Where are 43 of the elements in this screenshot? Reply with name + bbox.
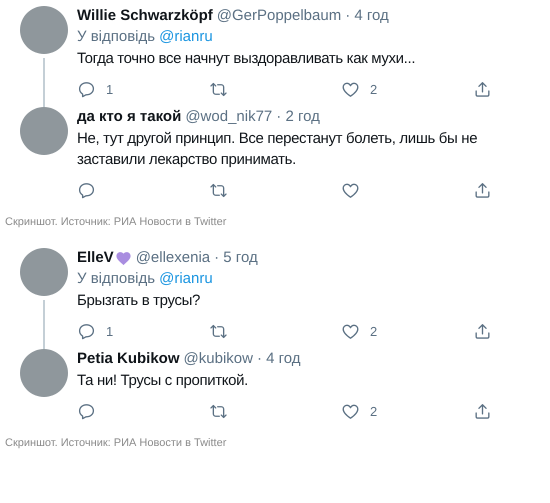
tweet-time[interactable]: · 4 год (345, 6, 389, 26)
user-handle[interactable]: @GerPoppelbaum (216, 6, 342, 26)
heart-icon[interactable] (341, 180, 360, 200)
share-icon[interactable] (473, 80, 492, 98)
heart-icon[interactable] (341, 80, 360, 98)
tweet-text: Тогда точно все начнут выздоравливать как мухи... (77, 49, 416, 69)
reply-icon[interactable] (77, 402, 96, 420)
like-count: 2 (370, 324, 378, 338)
user-name[interactable]: да кто я такой (77, 107, 182, 127)
heart-icon[interactable] (341, 402, 360, 420)
user-handle[interactable]: @wod_nik77 (185, 107, 272, 127)
reply-count: 1 (106, 324, 114, 338)
share-icon[interactable] (473, 180, 492, 200)
reply-label: У відповідь (77, 27, 156, 47)
heart-icon[interactable] (341, 322, 360, 340)
tweet-time[interactable]: · 5 год (214, 248, 258, 268)
mention-link[interactable]: @rianru (159, 268, 213, 289)
user-name[interactable]: ElleV (77, 248, 114, 268)
avatar-photo-placeholder[interactable] (20, 248, 68, 296)
avatar-photo-placeholder[interactable] (20, 107, 68, 155)
reply-label: У відповідь (77, 269, 156, 289)
reply-icon[interactable] (77, 322, 96, 340)
image-caption: Скриншот. Источник: РИА Новости в Twitter (4, 215, 228, 228)
user-handle[interactable]: @ellexenia (136, 248, 210, 268)
tweet-time[interactable]: · 4 год (256, 349, 301, 369)
share-icon[interactable] (473, 322, 492, 340)
reply-icon[interactable] (77, 180, 96, 200)
user-handle[interactable]: @kubikow (184, 349, 253, 369)
tweet-time[interactable]: · 2 год (276, 107, 320, 127)
mention-link[interactable]: @rianru (159, 26, 213, 47)
like-count: 2 (370, 404, 378, 418)
tweet-text: Брызгать в трусы? (77, 291, 202, 311)
image-caption: Скриншот. Источник: РИА Новости в Twitter (4, 436, 228, 449)
tweet-text: Та ни! Трусы с пропиткой. (77, 371, 249, 391)
reply-count: 1 (106, 82, 114, 96)
user-name[interactable]: Willie Schwarzköpf (77, 6, 213, 26)
avatar-photo-placeholder[interactable] (20, 6, 68, 54)
share-icon[interactable] (473, 402, 492, 420)
like-count: 2 (370, 82, 378, 96)
tweet-text: Не, тут другой принцип. Все перестанут болеть, лишь бы не заставили лекарство принимать. (77, 129, 478, 170)
user-name[interactable]: Petia Kubikow (77, 349, 180, 369)
avatar-photo-placeholder[interactable] (20, 349, 68, 397)
reply-icon[interactable] (77, 80, 96, 98)
